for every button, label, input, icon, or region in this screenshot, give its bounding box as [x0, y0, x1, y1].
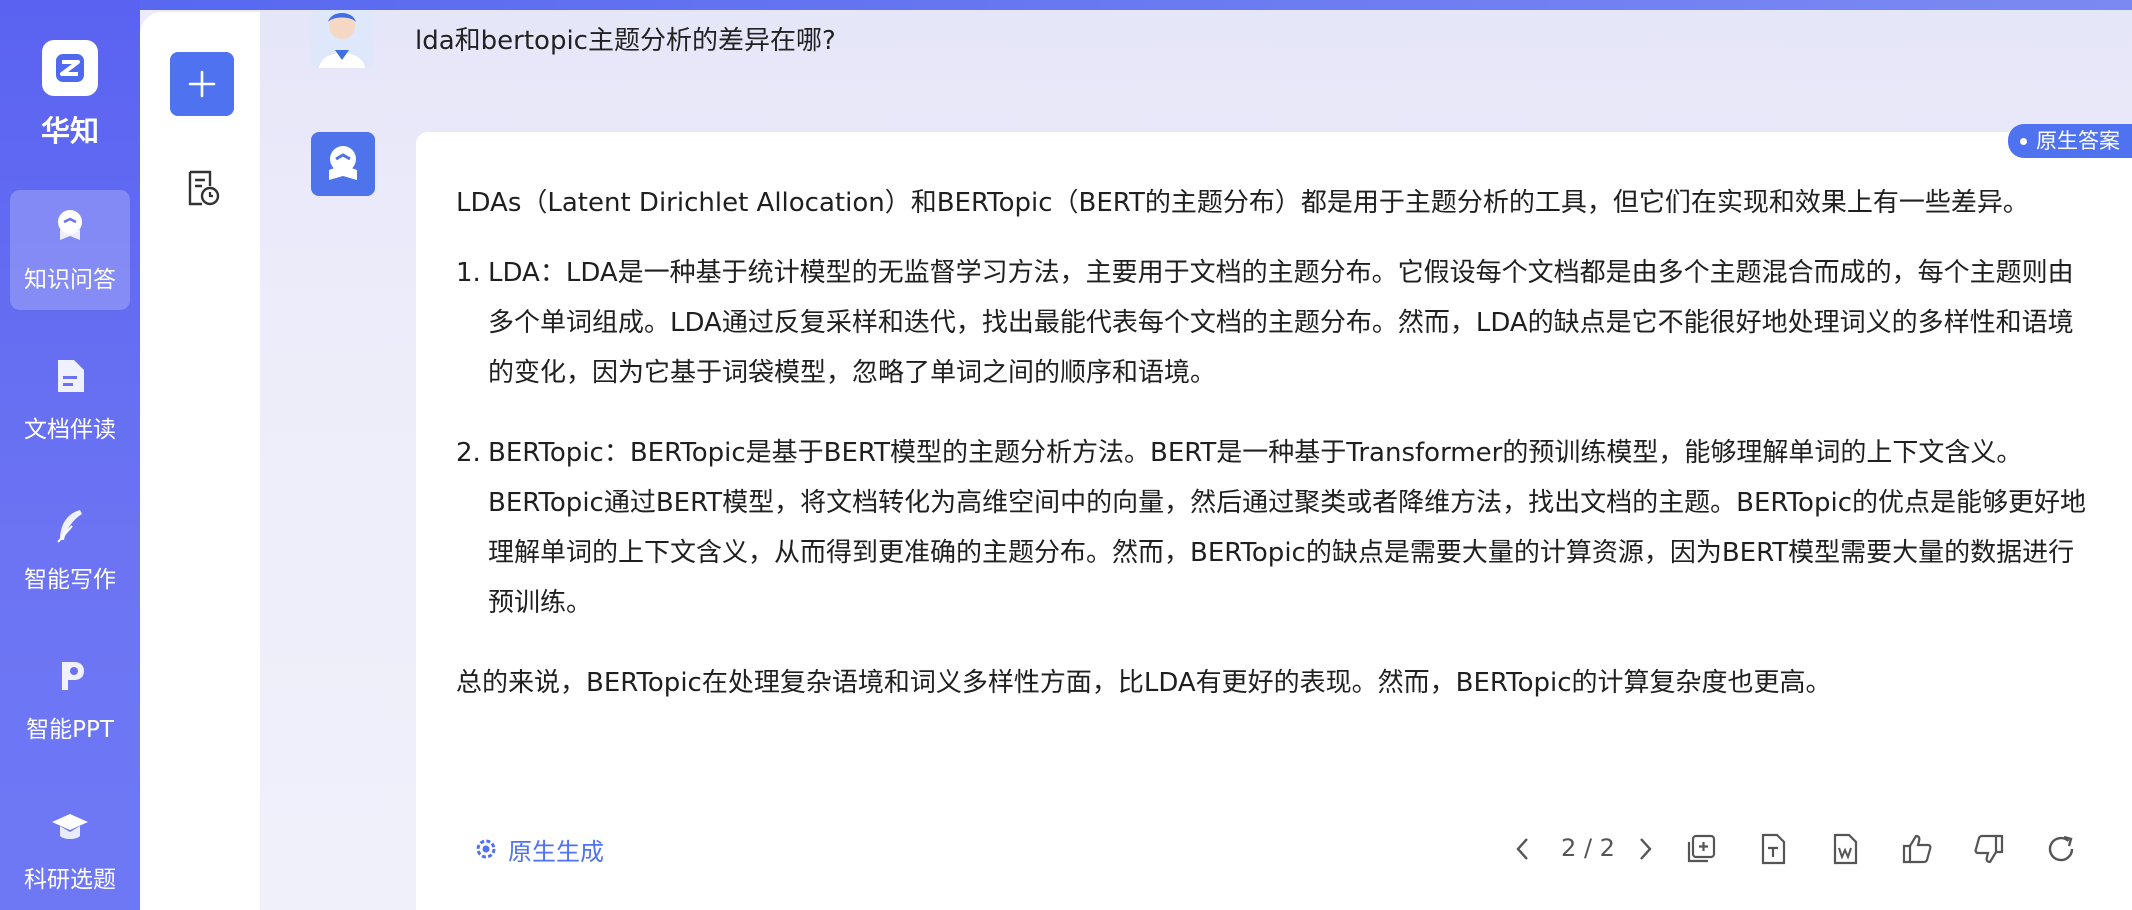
nav-label: 智能PPT: [26, 717, 114, 743]
graduation-cap-icon: [50, 806, 90, 846]
badge-label: 原生答案: [2036, 129, 2120, 153]
list-number: 1.: [456, 258, 481, 288]
like-button[interactable]: [1898, 830, 1936, 868]
history-icon: [188, 170, 220, 206]
brand-name: 华知: [40, 114, 99, 148]
answer-card: 原生答案 LDAs（Latent Dirichlet Allocation）和B…: [416, 124, 2132, 910]
feather-pen-icon: [50, 506, 90, 546]
native-generate-link[interactable]: 原生生成: [472, 832, 604, 866]
copy-button[interactable]: [1682, 830, 1720, 868]
chat-book-icon: [329, 146, 357, 180]
nav-item-knowledge-qa[interactable]: 知识问答: [10, 190, 130, 310]
copy-icon: [1687, 834, 1716, 863]
new-chat-button[interactable]: [170, 52, 234, 116]
export-text-button[interactable]: [1754, 830, 1792, 868]
session-toolbar: [140, 12, 260, 910]
answer-intro: LDAs（Latent Dirichlet Allocation）和BERTop…: [456, 188, 2029, 218]
chat-area: lda和bertopic主题分析的差异在哪? 原生答案 LDAs（Latent …: [260, 10, 2132, 910]
nav-label: 科研选题: [24, 867, 116, 893]
document-icon: [50, 356, 90, 396]
list-text: LDA：LDA是一种基于统计模型的无监督学习方法，主要用于文档的主题分布。它假设…: [488, 258, 2074, 388]
list-item: 1. LDA：LDA是一种基于统计模型的无监督学习方法，主要用于文档的主题分布。…: [456, 248, 2096, 398]
prev-answer-button[interactable]: [1506, 832, 1540, 866]
dislike-button[interactable]: [1970, 830, 2008, 868]
chevron-right-icon: [1640, 838, 1652, 860]
native-answer-badge: 原生答案: [2008, 124, 2132, 158]
app-sidebar: 华知 知识问答 文档伴读 智能写作 智能PPT 科研选题: [0, 0, 140, 910]
logo-icon: [56, 54, 84, 82]
text-file-icon: [1761, 833, 1786, 865]
nav-label: 文档伴读: [24, 417, 116, 443]
ppt-icon: [50, 656, 90, 696]
answer-list: 1. LDA：LDA是一种基于统计模型的无监督学习方法，主要用于文档的主题分布。…: [456, 248, 2096, 628]
thumbs-down-icon: [1974, 834, 2004, 864]
next-answer-button[interactable]: [1628, 832, 1662, 866]
nav-label: 知识问答: [24, 267, 116, 293]
answer-content: LDAs（Latent Dirichlet Allocation）和BERTop…: [456, 178, 2096, 728]
user-question: lda和bertopic主题分析的差异在哪?: [415, 26, 836, 56]
native-generate-label: 原生生成: [508, 837, 604, 866]
plus-icon: [188, 70, 216, 98]
list-item: 2. BERTopic：BERTopic是基于BERT模型的主题分析方法。BER…: [456, 428, 2096, 628]
nav-item-doc-reading[interactable]: 文档伴读: [10, 340, 130, 460]
nav-item-smart-writing[interactable]: 智能写作: [10, 490, 130, 610]
assistant-avatar: [311, 132, 375, 196]
nav-item-smart-ppt[interactable]: 智能PPT: [10, 640, 130, 760]
user-avatar: [311, 10, 373, 68]
regenerate-button[interactable]: [2042, 830, 2080, 868]
nav-label: 智能写作: [24, 567, 116, 593]
list-number: 2.: [456, 438, 481, 468]
export-word-button[interactable]: [1826, 830, 1864, 868]
app-logo[interactable]: [42, 40, 98, 96]
chat-book-icon: [50, 206, 90, 246]
chevron-left-icon: [1516, 838, 1528, 860]
nav-item-research-topic[interactable]: 科研选题: [10, 790, 130, 910]
thumbs-up-icon: [1902, 834, 1932, 864]
top-accent-bar: [0, 0, 2132, 10]
pager-indicator: 2 / 2: [1561, 834, 1615, 862]
list-text: BERTopic：BERTopic是基于BERT模型的主题分析方法。BERT是一…: [488, 438, 2086, 618]
dot-icon: [2020, 138, 2027, 145]
history-button[interactable]: [180, 166, 224, 210]
refresh-icon: [2048, 835, 2074, 862]
gear-robot-icon: [472, 835, 500, 863]
answer-conclusion: 总的来说，BERTopic在处理复杂语境和词义多样性方面，比LDA有更好的表现。…: [456, 668, 1832, 698]
word-file-icon: [1833, 833, 1858, 865]
